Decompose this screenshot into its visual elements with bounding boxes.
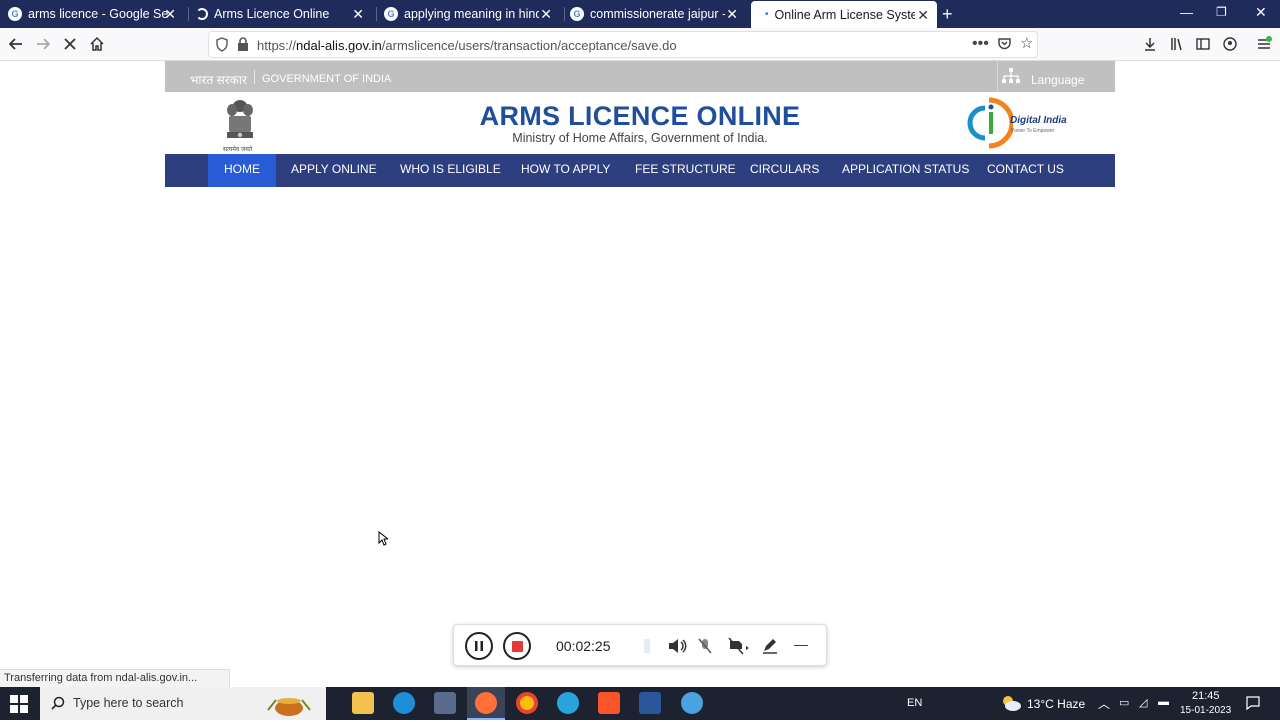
google-icon: G — [8, 7, 22, 21]
battery-icon[interactable]: ▬ — [1158, 696, 1169, 708]
taskbar-firefox-active[interactable] — [467, 687, 505, 720]
edge-icon[interactable] — [393, 692, 415, 714]
menu-who-is-eligible[interactable]: WHO IS ELIGIBLE — [384, 154, 517, 187]
festival-pot-icon — [262, 690, 316, 717]
volume-icon[interactable] — [667, 637, 687, 660]
minimize-icon[interactable]: — — [1180, 5, 1193, 20]
minimize-recorder-icon[interactable]: — — [794, 636, 808, 652]
close-icon[interactable]: ✕ — [164, 6, 176, 23]
browser-tab-bar: G arms licence - Google Search ✕ Arms Li… — [0, 0, 1280, 28]
menu-application-status[interactable]: APPLICATION STATUS — [826, 154, 985, 187]
screen-recorder-toolbar: 00:02:25 — — [453, 624, 827, 666]
telegram-icon[interactable] — [557, 692, 579, 714]
draw-pen-icon[interactable] — [761, 637, 779, 660]
gov-en-label: GOVERNMENT OF INDIA — [262, 73, 392, 85]
menu-how-to-apply[interactable]: HOW TO APPLY — [505, 154, 626, 187]
url-bar[interactable]: https://ndal-alis.gov.in/armslicence/use… — [208, 31, 1038, 58]
digital-india-tagline: Power To Empower — [1011, 128, 1055, 134]
menu-circulars[interactable]: CIRCULARS — [734, 154, 835, 187]
language-link[interactable]: Language — [1031, 73, 1084, 87]
search-icon — [50, 696, 65, 716]
library-icon[interactable] — [1165, 32, 1189, 56]
windows-taskbar: Type here to search EN 13°C Haze ︿ ▭ ◿ ▬… — [0, 687, 1280, 720]
tab-title: Arms Licence Online — [214, 7, 330, 21]
tab-google-search[interactable]: G arms licence - Google Search ✕ — [4, 0, 184, 28]
close-icon[interactable]: ✕ — [917, 7, 929, 24]
search-placeholder: Type here to search — [73, 696, 184, 710]
chevron-up-icon[interactable]: ︿ — [1098, 695, 1110, 712]
recorder-app-icon[interactable] — [681, 692, 703, 714]
account-icon[interactable] — [1218, 32, 1242, 56]
window-close-icon[interactable]: ✕ — [1255, 4, 1267, 21]
back-icon[interactable] — [4, 32, 28, 56]
windows-start-icon[interactable] — [10, 695, 28, 718]
downloads-icon[interactable] — [1138, 32, 1162, 56]
site-banner: सत्यमेव जयते ARMS LICENCE ONLINE Ministr… — [165, 92, 1115, 154]
main-menu: HOME APPLY ONLINE WHO IS ELIGIBLE HOW TO… — [165, 154, 1115, 187]
menu-icon[interactable] — [1252, 32, 1276, 56]
language-indicator[interactable]: EN — [907, 697, 922, 709]
stop-icon[interactable] — [58, 32, 82, 56]
browser-status-bar: Transferring data from ndal-alis.gov.in.… — [0, 669, 230, 687]
lock-icon[interactable] — [237, 37, 249, 57]
emblem-motto: सत्यमेव जयते — [223, 147, 253, 153]
clock-date[interactable]: 15-01-2023 — [1180, 705, 1231, 716]
bookmark-star-icon[interactable]: ☆ — [1020, 34, 1033, 52]
stop-record-icon[interactable] — [503, 632, 531, 660]
browser-navigation-bar: https://ndal-alis.gov.in/armslicence/use… — [0, 28, 1280, 61]
hindi-gov-label: भारत सरकार — [190, 73, 247, 87]
forward-icon[interactable] — [31, 32, 55, 56]
digital-india-text: Digital India — [1010, 115, 1067, 126]
url-text: https://ndal-alis.gov.in/armslicence/use… — [257, 38, 677, 53]
pocket-icon[interactable] — [997, 36, 1012, 56]
tab-commissionerate-jaipur[interactable]: G commissionerate jaipur - G ✕ — [566, 0, 746, 28]
tab-title: Online Arm License System — [774, 7, 915, 22]
chrome-icon[interactable] — [516, 692, 538, 714]
tab-title: arms licence - Google Search — [28, 7, 168, 21]
weather-text: 13°C Haze — [1027, 697, 1086, 711]
firefox-icon — [475, 692, 497, 714]
shield-icon[interactable] — [215, 37, 229, 57]
device-icon[interactable]: ▭ — [1119, 696, 1129, 709]
tab-applying-meaning[interactable]: G applying meaning in hindi ✕ — [380, 0, 560, 28]
weather-icon[interactable] — [1000, 694, 1022, 717]
new-tab-icon[interactable]: + — [942, 4, 953, 25]
taskbar-search-box[interactable]: Type here to search — [40, 687, 326, 720]
menu-fee-structure[interactable]: FEE STRUCTURE — [619, 154, 752, 187]
file-explorer-icon[interactable] — [352, 692, 374, 714]
clock-time[interactable]: 21:45 — [1192, 690, 1220, 702]
sitemap-icon[interactable] — [1001, 67, 1021, 90]
brave-icon[interactable] — [598, 692, 620, 714]
google-icon: G — [570, 7, 584, 21]
tab-arms-licence-online[interactable]: Arms Licence Online ✕ — [192, 0, 372, 28]
digital-india-logo: Digital India Power To Empower — [967, 96, 1067, 150]
word-icon[interactable] — [639, 692, 661, 714]
mouse-cursor-icon — [378, 530, 390, 551]
sidebar-icon[interactable] — [1191, 32, 1215, 56]
calculator-icon[interactable] — [434, 692, 456, 714]
wifi-icon[interactable]: ◿ — [1139, 696, 1147, 709]
more-actions-icon[interactable]: ••• — [972, 35, 989, 53]
restore-icon[interactable]: ❐ — [1216, 5, 1227, 19]
loading-icon — [196, 8, 208, 20]
tab-title: commissionerate jaipur - G — [590, 7, 725, 21]
close-icon[interactable]: ✕ — [726, 6, 738, 23]
close-icon[interactable]: ✕ — [540, 6, 552, 23]
government-bar: भारत सरकार GOVERNMENT OF INDIA Language — [165, 61, 1115, 92]
menu-contact-us[interactable]: CONTACT US — [971, 154, 1080, 187]
menu-home[interactable]: HOME — [208, 154, 276, 187]
google-icon: G — [384, 7, 398, 21]
close-icon[interactable]: ✕ — [352, 6, 364, 23]
home-icon[interactable] — [85, 32, 109, 56]
tab-title: applying meaning in hindi — [404, 7, 539, 21]
menu-apply-online[interactable]: APPLY ONLINE — [275, 154, 393, 187]
mic-muted-icon[interactable] — [697, 637, 713, 660]
recording-timer: 00:02:25 — [556, 638, 611, 654]
notification-icon[interactable] — [1245, 695, 1261, 716]
pause-icon[interactable] — [465, 632, 493, 660]
dot-icon: • — [765, 9, 769, 20]
tab-online-arm-license-system[interactable]: • Online Arm License System ✕ — [751, 1, 937, 28]
webcam-off-icon[interactable] — [728, 637, 752, 660]
